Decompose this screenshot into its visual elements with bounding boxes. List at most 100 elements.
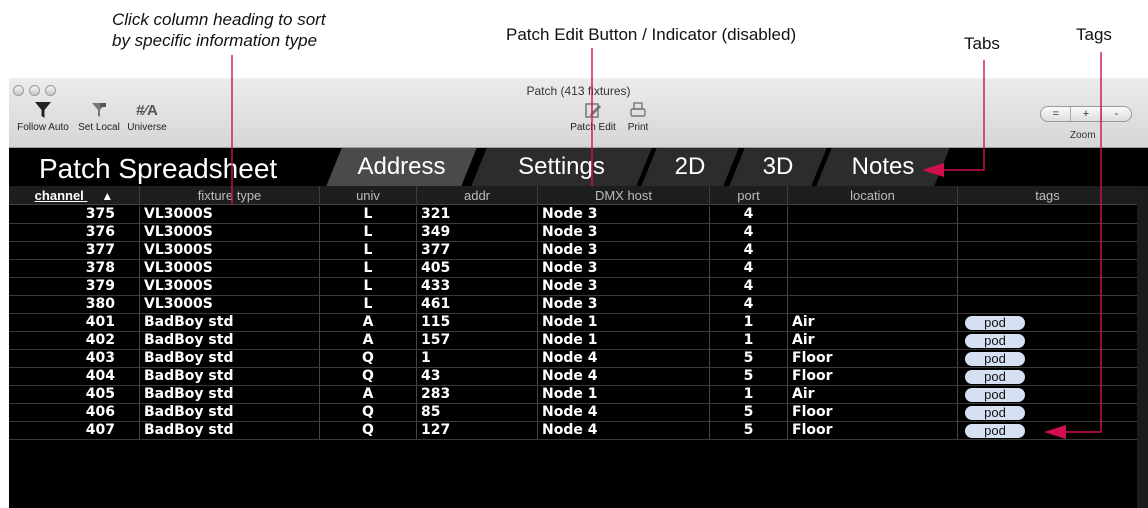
cell-fixture-type[interactable]: VL3000S <box>140 260 320 277</box>
cell-dmx-host[interactable]: Node 3 <box>538 296 710 313</box>
cell-addr[interactable]: 461 <box>417 296 538 313</box>
tag-pill[interactable]: pod <box>965 370 1025 384</box>
cell-fixture-type[interactable]: BadBoy std <box>140 422 320 439</box>
cell-tags[interactable] <box>958 296 1137 313</box>
set-local-button[interactable]: Set Local <box>71 100 127 133</box>
cell-channel[interactable]: 380 <box>9 296 140 313</box>
cell-univ[interactable]: L <box>320 260 417 277</box>
table-row[interactable]: 407 BadBoy std Q 127 Node 4 5 Floor pod <box>9 422 1137 440</box>
cell-tags[interactable] <box>958 206 1137 223</box>
cell-channel[interactable]: 375 <box>9 206 140 223</box>
cell-dmx-host[interactable]: Node 3 <box>538 242 710 259</box>
cell-addr[interactable]: 377 <box>417 242 538 259</box>
column-header-port[interactable]: port <box>710 186 788 205</box>
cell-univ[interactable]: L <box>320 206 417 223</box>
column-header-tags[interactable]: tags <box>958 186 1137 205</box>
tab-notes[interactable]: Notes <box>824 148 942 186</box>
tab-settings[interactable]: Settings <box>484 148 639 186</box>
table-row[interactable]: 403 BadBoy std Q 1 Node 4 5 Floor pod <box>9 350 1137 368</box>
cell-dmx-host[interactable]: Node 4 <box>538 422 710 439</box>
column-header-fixture-type[interactable]: fixture type <box>140 186 320 205</box>
cell-channel[interactable]: 407 <box>9 422 140 439</box>
cell-addr[interactable]: 349 <box>417 224 538 241</box>
tag-pill[interactable]: pod <box>965 334 1025 348</box>
cell-univ[interactable]: L <box>320 242 417 259</box>
cell-port[interactable]: 4 <box>710 278 788 295</box>
table-row[interactable]: 375 VL3000S L 321 Node 34 <box>9 206 1137 224</box>
tag-pill[interactable]: pod <box>965 388 1025 402</box>
cell-tags[interactable]: pod <box>958 422 1137 439</box>
cell-fixture-type[interactable]: VL3000S <box>140 296 320 313</box>
cell-dmx-host[interactable]: Node 4 <box>538 350 710 367</box>
cell-tags[interactable]: pod <box>958 314 1137 331</box>
cell-addr[interactable]: 127 <box>417 422 538 439</box>
cell-fixture-type[interactable]: VL3000S <box>140 278 320 295</box>
cell-univ[interactable]: A <box>320 386 417 403</box>
cell-port[interactable]: 4 <box>710 224 788 241</box>
cell-channel[interactable]: 379 <box>9 278 140 295</box>
column-header-addr[interactable]: addr <box>417 186 538 205</box>
cell-dmx-host[interactable]: Node 4 <box>538 404 710 421</box>
tag-pill[interactable]: pod <box>965 316 1025 330</box>
cell-location[interactable]: Air <box>788 332 958 349</box>
table-row[interactable]: 376 VL3000S L 349 Node 34 <box>9 224 1137 242</box>
cell-fixture-type[interactable]: BadBoy std <box>140 314 320 331</box>
table-row[interactable]: 404 BadBoy std Q 43 Node 4 5 Floor pod <box>9 368 1137 386</box>
cell-location[interactable] <box>788 296 958 313</box>
table-row[interactable]: 378 VL3000S L 405 Node 34 <box>9 260 1137 278</box>
cell-fixture-type[interactable]: BadBoy std <box>140 404 320 421</box>
cell-tags[interactable] <box>958 260 1137 277</box>
cell-location[interactable]: Air <box>788 314 958 331</box>
cell-addr[interactable]: 43 <box>417 368 538 385</box>
patch-edit-button[interactable]: Patch Edit <box>565 100 621 133</box>
cell-port[interactable]: 5 <box>710 404 788 421</box>
cell-tags[interactable] <box>958 278 1137 295</box>
cell-channel[interactable]: 402 <box>9 332 140 349</box>
cell-channel[interactable]: 404 <box>9 368 140 385</box>
cell-location[interactable] <box>788 242 958 259</box>
column-header-location[interactable]: location <box>788 186 958 205</box>
column-header-dmx-host[interactable]: DMX host <box>538 186 710 205</box>
cell-channel[interactable]: 376 <box>9 224 140 241</box>
table-row[interactable]: 377 VL3000S L 377 Node 34 <box>9 242 1137 260</box>
zoom-in-button[interactable]: + <box>1071 107 1102 121</box>
cell-dmx-host[interactable]: Node 1 <box>538 314 710 331</box>
cell-fixture-type[interactable]: BadBoy std <box>140 368 320 385</box>
column-header-channel[interactable]: channel ▲ <box>9 186 140 205</box>
cell-addr[interactable]: 1 <box>417 350 538 367</box>
cell-channel[interactable]: 401 <box>9 314 140 331</box>
cell-port[interactable]: 5 <box>710 368 788 385</box>
tag-pill[interactable]: pod <box>965 424 1025 438</box>
cell-tags[interactable] <box>958 242 1137 259</box>
cell-port[interactable]: 4 <box>710 296 788 313</box>
table-row[interactable]: 401 BadBoy std A 115 Node 1 1 Air pod <box>9 314 1137 332</box>
cell-addr[interactable]: 321 <box>417 206 538 223</box>
cell-location[interactable] <box>788 260 958 277</box>
cell-channel[interactable]: 403 <box>9 350 140 367</box>
table-row[interactable]: 402 BadBoy std A 157 Node 1 1 Air pod <box>9 332 1137 350</box>
cell-dmx-host[interactable]: Node 3 <box>538 206 710 223</box>
cell-univ[interactable]: Q <box>320 368 417 385</box>
table-row[interactable]: 405 BadBoy std A 283 Node 1 1 Air pod <box>9 386 1137 404</box>
table-row[interactable]: 379 VL3000S L 433 Node 34 <box>9 278 1137 296</box>
cell-port[interactable]: 5 <box>710 422 788 439</box>
tab-3d[interactable]: 3D <box>742 148 814 186</box>
cell-dmx-host[interactable]: Node 1 <box>538 332 710 349</box>
cell-dmx-host[interactable]: Node 3 <box>538 224 710 241</box>
cell-dmx-host[interactable]: Node 3 <box>538 260 710 277</box>
cell-location[interactable]: Floor <box>788 422 958 439</box>
cell-tags[interactable]: pod <box>958 332 1137 349</box>
universe-button[interactable]: #⁄A Universe <box>125 100 169 133</box>
cell-fixture-type[interactable]: BadBoy std <box>140 386 320 403</box>
cell-univ[interactable]: L <box>320 278 417 295</box>
cell-fixture-type[interactable]: BadBoy std <box>140 350 320 367</box>
cell-addr[interactable]: 157 <box>417 332 538 349</box>
cell-location[interactable] <box>788 278 958 295</box>
cell-port[interactable]: 4 <box>710 260 788 277</box>
cell-channel[interactable]: 406 <box>9 404 140 421</box>
tag-pill[interactable]: pod <box>965 352 1025 366</box>
cell-addr[interactable]: 405 <box>417 260 538 277</box>
cell-tags[interactable]: pod <box>958 350 1137 367</box>
cell-location[interactable] <box>788 224 958 241</box>
cell-tags[interactable]: pod <box>958 368 1137 385</box>
